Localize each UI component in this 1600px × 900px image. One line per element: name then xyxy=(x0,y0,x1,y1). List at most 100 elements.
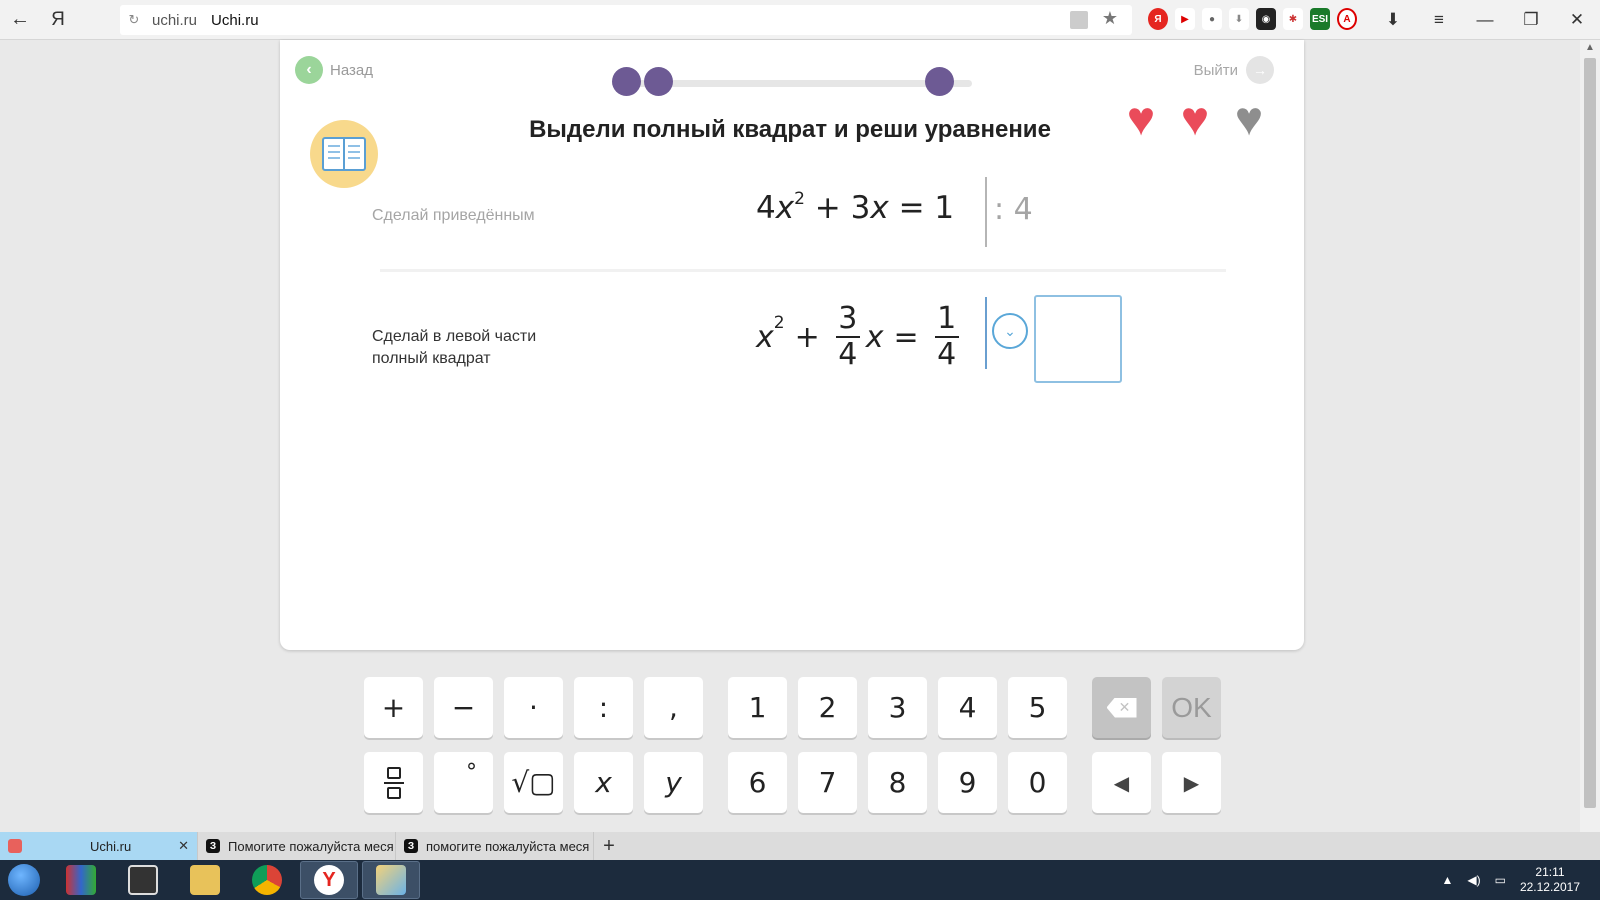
answer-input-box[interactable] xyxy=(1034,295,1122,383)
back-label: Назад xyxy=(330,61,373,79)
key-0[interactable]: 0 xyxy=(1008,752,1067,813)
key-5[interactable]: 5 xyxy=(1008,677,1067,738)
key-y[interactable]: y xyxy=(644,752,703,813)
step1-divisor: : 4 xyxy=(994,192,1033,227)
key-4[interactable]: 4 xyxy=(938,677,997,738)
exit-button[interactable]: Выйти → xyxy=(1194,56,1274,84)
back-button[interactable]: ‹ Назад xyxy=(295,56,373,84)
clock[interactable]: 21:11 22.12.2017 xyxy=(1520,865,1580,895)
key-7[interactable]: 7 xyxy=(798,752,857,813)
tray-expand-icon[interactable]: ▲ xyxy=(1441,873,1453,887)
key-sqrt[interactable]: √▢ xyxy=(504,752,563,813)
yandex-ext-icon[interactable]: Я xyxy=(1148,8,1168,30)
address-bar[interactable]: ↻ uchi.ru Uchi.ru ★ xyxy=(120,5,1132,35)
browser-tabs: Uchi.ru ✕ З Помогите пожалуйста меся З п… xyxy=(0,832,1600,860)
tab-znanija-2[interactable]: З помогите пожалуйста меся xyxy=(396,832,594,860)
key-1[interactable]: 1 xyxy=(728,677,787,738)
media-player-icon xyxy=(128,865,158,895)
key-2[interactable]: 2 xyxy=(798,677,857,738)
address-domain: uchi.ru xyxy=(152,11,198,29)
znanija-favicon-icon: З xyxy=(206,839,220,853)
location-ext-icon[interactable]: ◉ xyxy=(1256,8,1276,30)
tab-uchi[interactable]: Uchi.ru ✕ xyxy=(0,832,198,860)
operation-divider-active xyxy=(985,297,987,369)
page-scrollbar[interactable]: ▲ xyxy=(1580,40,1600,832)
taskbar-media-player[interactable] xyxy=(114,861,172,899)
menu-icon[interactable]: ≡ xyxy=(1416,0,1462,40)
key-comma[interactable]: , xyxy=(644,677,703,738)
fraction-icon xyxy=(383,766,404,799)
yandex-icon[interactable]: Я xyxy=(40,0,76,40)
fraction-three-quarters: 34 xyxy=(835,304,860,370)
winrar-icon xyxy=(66,865,96,895)
system-tray: ▲ ◀) ▭ 21:11 22.12.2017 xyxy=(1441,860,1580,900)
exit-label: Выйти xyxy=(1193,61,1238,79)
book-icon[interactable] xyxy=(310,120,378,188)
key-fraction[interactable] xyxy=(364,752,423,813)
key-ok[interactable]: OK xyxy=(1162,677,1221,738)
step2-equation: x2 + 34 x = 14 xyxy=(756,297,965,377)
scrollbar-thumb[interactable] xyxy=(1584,58,1596,808)
key-multiply-dot[interactable]: · xyxy=(504,677,563,738)
operation-dropdown-chevron-icon[interactable]: ⌄ xyxy=(992,313,1028,349)
key-divide-colon[interactable]: : xyxy=(574,677,633,738)
adblock-ext-icon[interactable]: A xyxy=(1337,8,1357,30)
close-tab-icon[interactable]: ✕ xyxy=(178,838,189,854)
start-button[interactable] xyxy=(0,860,48,900)
key-cursor-left[interactable]: ◀ xyxy=(1092,752,1151,813)
reload-icon[interactable]: ↻ xyxy=(120,12,148,28)
new-tab-button[interactable]: + xyxy=(594,835,624,858)
progress-dot xyxy=(644,67,673,96)
right-arrow-icon: ▶ xyxy=(1183,770,1200,795)
taskbar-winrar[interactable] xyxy=(52,861,110,899)
key-cursor-right[interactable]: ▶ xyxy=(1162,752,1221,813)
key-plus[interactable]: + xyxy=(364,677,423,738)
address-page-title: Uchi.ru xyxy=(211,11,259,29)
tab-znanija-1[interactable]: З Помогите пожалуйста меся xyxy=(198,832,396,860)
backspace-icon: ✕ xyxy=(1106,697,1137,718)
minimize-button[interactable]: — xyxy=(1462,0,1508,40)
back-arrow-icon[interactable]: ← xyxy=(0,0,40,40)
restore-button[interactable]: ❐ xyxy=(1508,0,1554,40)
key-backspace[interactable]: ✕ xyxy=(1092,677,1151,738)
task-title: Выдели полный квадрат и реши уравнение xyxy=(529,116,1051,143)
extensions-bar: Я ▶ ● ⬇ ◉ ✱ ESI A xyxy=(1148,8,1357,30)
lightbulb-ext-icon[interactable]: ● xyxy=(1202,8,1222,30)
volume-icon[interactable]: ◀) xyxy=(1467,873,1480,887)
youtube-ext-icon[interactable]: ▶ xyxy=(1175,8,1195,30)
key-x[interactable]: x xyxy=(574,752,633,813)
operation-divider xyxy=(985,177,987,247)
browser-toolbar: ← Я ↻ uchi.ru Uchi.ru ★ Я ▶ ● ⬇ ◉ ✱ ESI … xyxy=(0,0,1600,40)
key-degree[interactable]: ° xyxy=(434,752,493,813)
taskbar-paint[interactable] xyxy=(362,861,420,899)
heart-empty-icon: ♥ xyxy=(1234,93,1264,146)
scroll-up-icon[interactable]: ▲ xyxy=(1580,40,1600,56)
windows-taskbar: Y ▲ ◀) ▭ 21:11 22.12.2017 xyxy=(0,860,1600,900)
key-9[interactable]: 9 xyxy=(938,752,997,813)
taskbar-explorer[interactable] xyxy=(176,861,234,899)
network-icon[interactable]: ▭ xyxy=(1495,873,1506,887)
bookmark-star-icon[interactable]: ★ xyxy=(1102,8,1118,29)
taskbar-yandex-browser[interactable]: Y xyxy=(300,861,358,899)
lock-icon[interactable] xyxy=(1070,11,1088,29)
uchi-favicon-icon xyxy=(8,839,22,853)
bug-ext-icon[interactable]: ✱ xyxy=(1283,8,1303,30)
key-3[interactable]: 3 xyxy=(868,677,927,738)
yandex-browser-icon: Y xyxy=(314,865,344,895)
downloads-icon[interactable]: ⬇ xyxy=(1370,0,1416,40)
window-controls: ⬇ ≡ — ❐ ✕ xyxy=(1370,0,1600,40)
esi-ext-icon[interactable]: ESI xyxy=(1310,8,1330,30)
key-minus[interactable]: − xyxy=(434,677,493,738)
close-window-button[interactable]: ✕ xyxy=(1554,0,1600,40)
download-ext-icon[interactable]: ⬇ xyxy=(1229,8,1249,30)
paint-icon xyxy=(376,865,406,895)
windows-logo-icon xyxy=(8,864,40,896)
progress-dot xyxy=(612,67,641,96)
key-8[interactable]: 8 xyxy=(868,752,927,813)
fraction-one-quarter: 14 xyxy=(934,304,959,370)
folder-icon xyxy=(190,865,220,895)
taskbar-chrome[interactable] xyxy=(238,861,296,899)
key-6[interactable]: 6 xyxy=(728,752,787,813)
step1-label: Сделай приведённым xyxy=(372,207,535,224)
progress-track xyxy=(612,67,972,96)
